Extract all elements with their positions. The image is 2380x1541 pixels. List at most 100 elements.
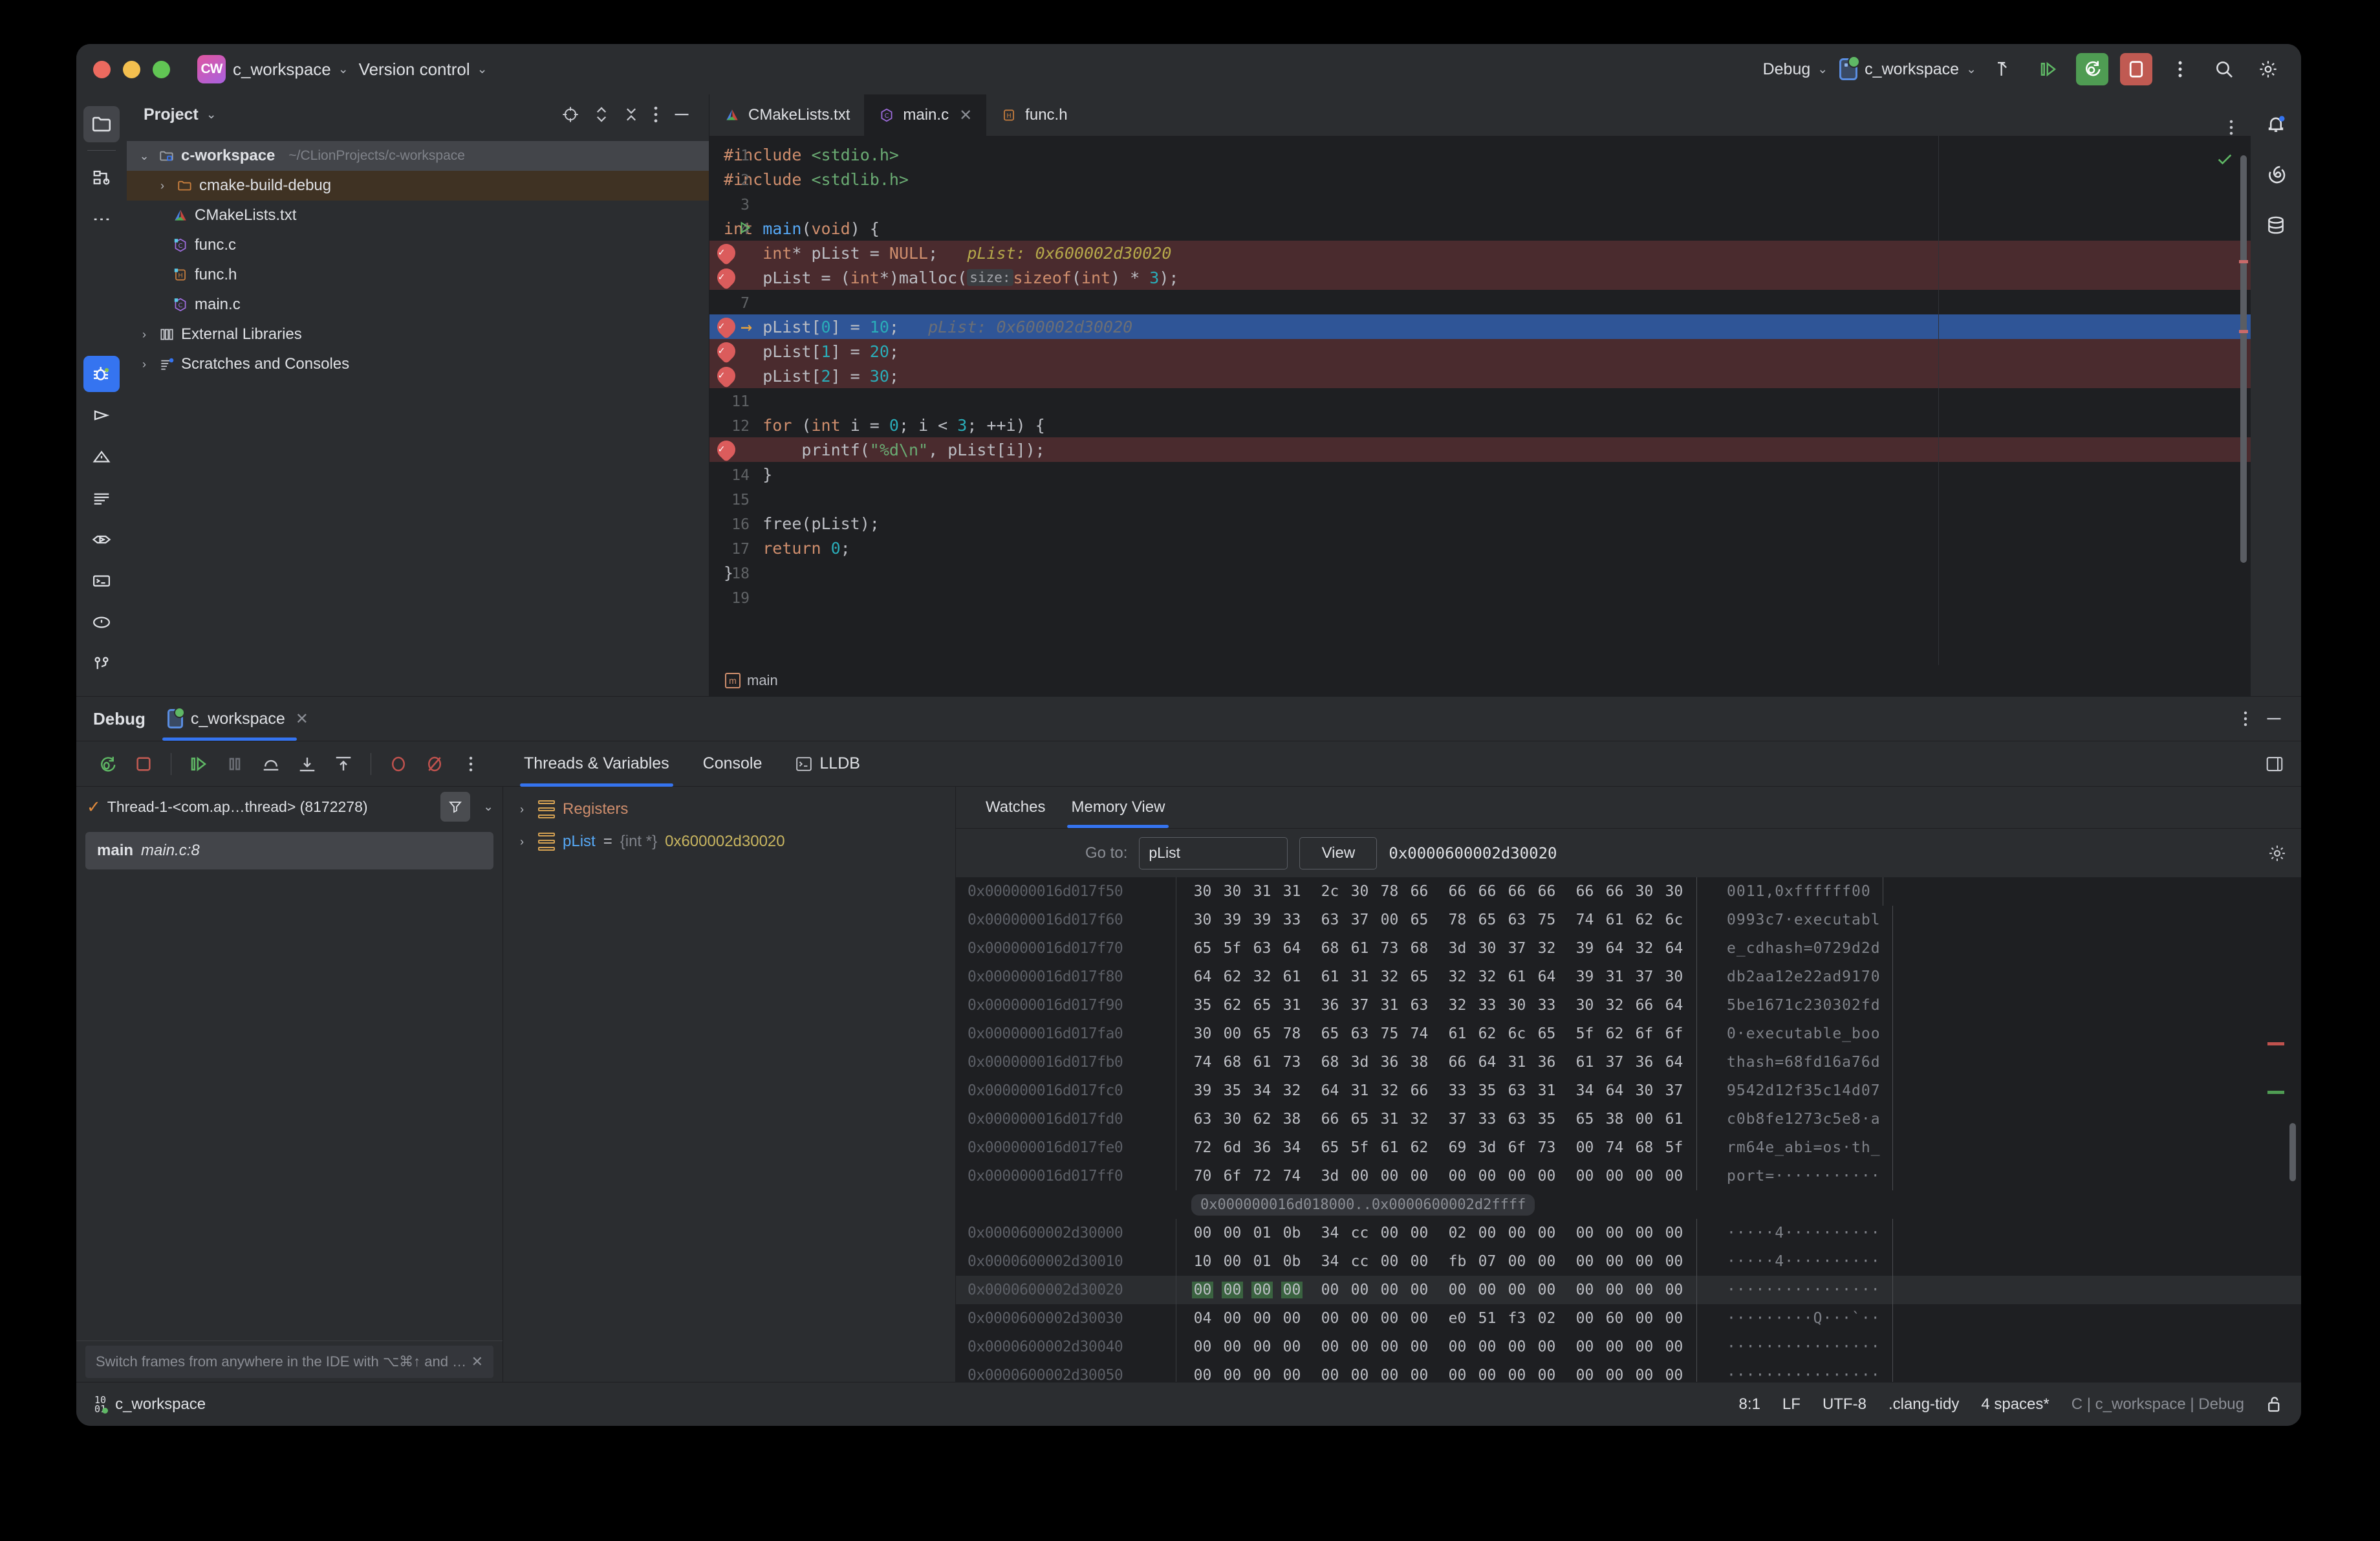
memory-byte[interactable]: 39 bbox=[1574, 968, 1596, 985]
code-line[interactable]: return 0; bbox=[709, 536, 2251, 560]
memory-byte[interactable]: 01 bbox=[1251, 1253, 1273, 1270]
expand-collapse-icon[interactable] bbox=[594, 105, 609, 124]
memory-byte[interactable]: 00 bbox=[1574, 1339, 1596, 1355]
memory-byte[interactable]: 00 bbox=[1222, 1367, 1243, 1382]
debug-tool-button[interactable] bbox=[83, 356, 120, 392]
memory-byte[interactable]: 35 bbox=[1192, 997, 1213, 1014]
memory-byte[interactable]: 00 bbox=[1349, 1168, 1370, 1185]
tree-item-func-h[interactable]: H func.h bbox=[127, 260, 709, 290]
memory-byte[interactable]: 00 bbox=[1536, 1282, 1557, 1298]
memory-byte[interactable]: 00 bbox=[1634, 1310, 1655, 1327]
memory-row[interactable]: 0x000000016d017fc0 39 35 34 32 64 31 32 66 33 35 63… bbox=[956, 1077, 2301, 1105]
memory-byte[interactable]: 32 bbox=[1634, 940, 1655, 957]
memory-byte[interactable]: 00 bbox=[1379, 912, 1400, 928]
tree-item-scratches[interactable]: › Scratches and Consoles bbox=[127, 349, 709, 379]
memory-byte[interactable]: 30 bbox=[1192, 1025, 1213, 1042]
memory-byte[interactable]: 65 bbox=[1319, 1025, 1341, 1042]
step-into-button[interactable] bbox=[289, 746, 325, 782]
memory-byte[interactable]: 5f bbox=[1663, 1139, 1685, 1156]
memory-byte[interactable]: 30 bbox=[1506, 997, 1528, 1014]
memory-byte[interactable]: 00 bbox=[1663, 1168, 1685, 1185]
memory-byte[interactable]: 32 bbox=[1409, 1111, 1430, 1128]
memory-byte[interactable]: 63 bbox=[1251, 940, 1273, 957]
line-separator[interactable]: LF bbox=[1782, 1395, 1801, 1414]
chevron-right-icon[interactable]: › bbox=[136, 358, 153, 371]
memory-byte[interactable]: 0b bbox=[1281, 1253, 1303, 1270]
memory-byte[interactable]: 00 bbox=[1251, 1282, 1273, 1298]
memory-byte[interactable]: 31 bbox=[1379, 1111, 1400, 1128]
version-control-tool-button[interactable] bbox=[83, 646, 120, 682]
step-over-button[interactable] bbox=[253, 746, 289, 782]
memory-byte[interactable]: 00 bbox=[1477, 1339, 1498, 1355]
memory-byte[interactable]: 35 bbox=[1536, 1111, 1557, 1128]
collapse-all-icon[interactable] bbox=[623, 105, 639, 124]
memory-byte[interactable]: 64 bbox=[1536, 968, 1557, 985]
tree-item-main-c[interactable]: C main.c bbox=[127, 290, 709, 320]
memory-byte[interactable]: 00 bbox=[1281, 1310, 1303, 1327]
debug-layout-settings[interactable] bbox=[2265, 754, 2301, 774]
memory-byte[interactable]: 69 bbox=[1447, 1139, 1468, 1156]
memory-row[interactable]: 0x000000016d017f50 30 30 31 31 2c 30 78 66 66 66 66… bbox=[956, 877, 2301, 906]
status-project-label[interactable]: c_workspace bbox=[115, 1395, 206, 1414]
filter-icon[interactable] bbox=[440, 792, 471, 822]
memory-byte[interactable]: 00 bbox=[1634, 1225, 1655, 1241]
memory-byte[interactable]: 30 bbox=[1477, 940, 1498, 957]
tree-item-func-c[interactable]: C func.c bbox=[127, 230, 709, 260]
hide-debug-panel-icon[interactable] bbox=[2265, 716, 2283, 722]
memory-byte[interactable]: 31 bbox=[1379, 997, 1400, 1014]
memory-byte[interactable]: 00 bbox=[1663, 1253, 1685, 1270]
chevron-down-icon[interactable]: ⌄ bbox=[206, 107, 217, 122]
memory-byte[interactable]: 64 bbox=[1604, 940, 1625, 957]
build-button[interactable] bbox=[1988, 53, 2020, 85]
memory-byte[interactable]: 00 bbox=[1281, 1339, 1303, 1355]
memory-byte[interactable]: 61 bbox=[1281, 968, 1303, 985]
memory-byte[interactable]: 35 bbox=[1477, 1082, 1498, 1099]
memory-byte[interactable]: 00 bbox=[1506, 1282, 1528, 1298]
run-configuration-selector[interactable]: c_workspace ⌄ bbox=[1839, 56, 1976, 80]
memory-byte[interactable]: 00 bbox=[1477, 1225, 1498, 1241]
services-tool-button[interactable] bbox=[83, 521, 120, 558]
memory-byte[interactable]: 30 bbox=[1634, 883, 1655, 900]
unlock-icon[interactable] bbox=[2266, 1395, 2283, 1414]
close-icon[interactable]: ✕ bbox=[959, 106, 972, 125]
memory-byte[interactable]: 00 bbox=[1319, 1339, 1341, 1355]
memory-byte[interactable]: 00 bbox=[1409, 1310, 1430, 1327]
memory-byte[interactable]: 33 bbox=[1536, 997, 1557, 1014]
inspection-ok-icon[interactable] bbox=[2216, 150, 2234, 168]
memory-byte[interactable]: 33 bbox=[1281, 912, 1303, 928]
memory-byte[interactable]: 00 bbox=[1506, 1253, 1528, 1270]
memory-byte[interactable]: 6f bbox=[1222, 1168, 1243, 1185]
memory-byte[interactable]: 00 bbox=[1574, 1310, 1596, 1327]
stop-button[interactable] bbox=[2120, 53, 2152, 85]
memory-byte[interactable]: 30 bbox=[1574, 997, 1596, 1014]
memory-byte[interactable]: 00 bbox=[1447, 1282, 1468, 1298]
debug-more-button[interactable] bbox=[453, 746, 489, 782]
code-line[interactable] bbox=[709, 486, 2251, 511]
memory-byte[interactable]: 62 bbox=[1477, 1025, 1498, 1042]
memory-byte[interactable]: 00 bbox=[1477, 1282, 1498, 1298]
memory-byte[interactable]: 62 bbox=[1222, 968, 1243, 985]
memory-byte[interactable]: 6f bbox=[1663, 1025, 1685, 1042]
memory-byte[interactable]: 68 bbox=[1409, 940, 1430, 957]
problems-tool-button[interactable] bbox=[83, 439, 120, 475]
memory-byte[interactable]: 00 bbox=[1409, 1282, 1430, 1298]
memory-byte[interactable]: 01 bbox=[1251, 1225, 1273, 1241]
memory-byte[interactable]: 00 bbox=[1379, 1339, 1400, 1355]
debug-options-icon[interactable] bbox=[2243, 710, 2248, 727]
memory-byte[interactable]: 30 bbox=[1634, 1082, 1655, 1099]
memory-byte[interactable]: 00 bbox=[1574, 1168, 1596, 1185]
memory-byte[interactable]: 30 bbox=[1663, 968, 1685, 985]
terminal-tool-button[interactable] bbox=[83, 563, 120, 599]
memory-byte[interactable]: 00 bbox=[1634, 1367, 1655, 1382]
memory-byte[interactable]: 32 bbox=[1447, 997, 1468, 1014]
memory-byte[interactable]: 63 bbox=[1192, 1111, 1213, 1128]
memory-byte[interactable]: 78 bbox=[1447, 912, 1468, 928]
chevron-down-icon[interactable]: ⌄ bbox=[483, 800, 493, 814]
memory-byte[interactable]: 00 bbox=[1634, 1111, 1655, 1128]
memory-byte[interactable]: 3d bbox=[1477, 1139, 1498, 1156]
code-line[interactable]: } bbox=[709, 560, 2251, 585]
close-window-button[interactable] bbox=[93, 60, 111, 78]
code-line[interactable]: free(pList); bbox=[709, 511, 2251, 536]
memory-byte[interactable]: 00 bbox=[1663, 1339, 1685, 1355]
memory-byte[interactable]: 68 bbox=[1222, 1054, 1243, 1071]
